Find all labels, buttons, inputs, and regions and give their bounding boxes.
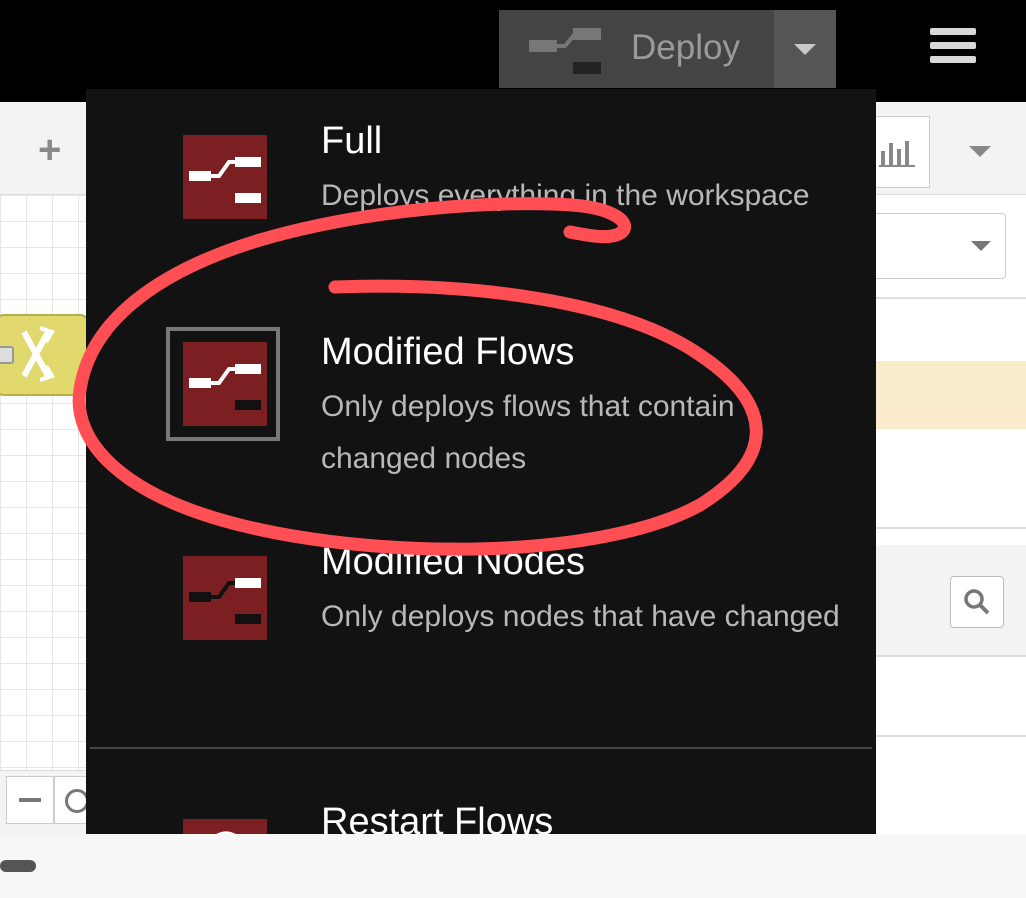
restart-flows-icon (183, 819, 267, 834)
zoom-reset-icon[interactable] (54, 776, 88, 824)
workspace-canvas[interactable] (0, 195, 86, 770)
deploy-option-full[interactable]: Full Deploys everything in the workspace (86, 89, 876, 289)
search-button[interactable] (950, 576, 1004, 628)
chevron-down-icon (971, 241, 991, 251)
sidebar-menu-caret-icon[interactable] (969, 146, 991, 157)
deploy-label: Deploy (631, 28, 740, 67)
bar-chart-icon (879, 139, 915, 172)
menu-divider (90, 747, 872, 749)
option-description: Only deploys nodes that have changed (321, 600, 840, 633)
option-title: Modified Flows (321, 331, 575, 373)
hamburger-menu-icon[interactable] (930, 28, 976, 68)
zoom-out-icon[interactable] (6, 776, 54, 824)
divider (876, 297, 1026, 299)
shuffle-icon (16, 326, 56, 387)
search-icon (964, 589, 990, 615)
option-title: Modified Nodes (321, 541, 586, 583)
deploy-button[interactable]: Deploy (499, 10, 774, 88)
caret-down-icon (794, 44, 816, 55)
option-title: Full (321, 120, 383, 162)
switch-node[interactable] (0, 314, 90, 396)
sidebar-filter-select[interactable] (858, 213, 1006, 279)
scrollbar-handle[interactable] (0, 860, 36, 872)
deploy-option-modified-flows[interactable]: Modified Flows Only deploys flows that c… (86, 299, 876, 509)
option-title: Restart Flows (321, 801, 554, 834)
deploy-dropdown-menu: Full Deploys everything in the workspace… (86, 89, 876, 834)
sidebar-highlighted-row[interactable] (876, 361, 1026, 429)
deploy-option-modified-nodes[interactable]: Modified Nodes Only deploys nodes that h… (86, 529, 876, 739)
footer-bar (0, 834, 1026, 898)
option-description: Deploys everything in the workspace (321, 179, 810, 212)
node-input-port[interactable] (0, 346, 14, 364)
deploy-option-restart-flows[interactable]: Restart Flows (86, 789, 876, 834)
divider (876, 527, 1026, 529)
deploy-flows-icon (183, 342, 267, 426)
divider (876, 735, 1026, 737)
deploy-nodes-icon (183, 556, 267, 640)
option-description: Only deploys flows that contain changed … (321, 390, 735, 475)
deploy-dropdown-button[interactable] (774, 10, 836, 88)
deploy-full-icon (183, 135, 267, 219)
deploy-icon (527, 26, 601, 79)
add-flow-icon[interactable]: + (38, 130, 61, 170)
